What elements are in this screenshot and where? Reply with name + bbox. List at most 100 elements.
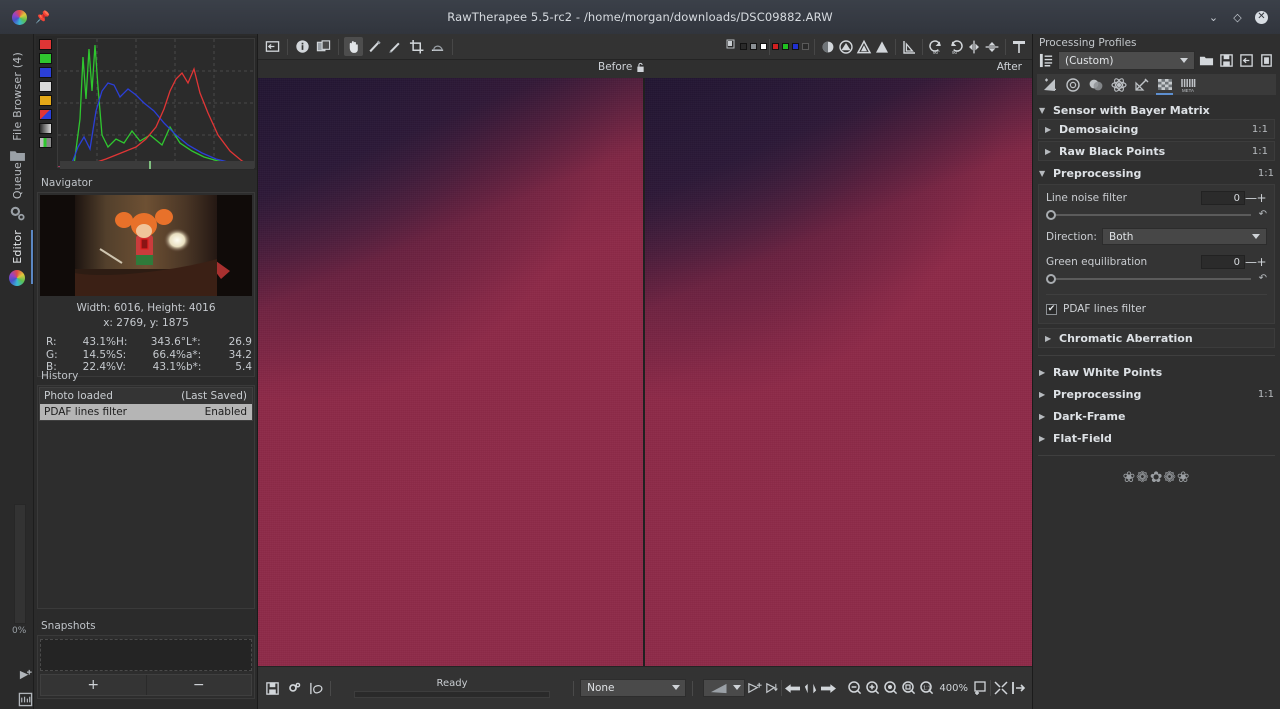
after-image-pane[interactable] <box>645 78 1032 666</box>
histogram-chroma-toggle[interactable] <box>39 95 52 106</box>
sort-icon[interactable] <box>764 681 779 696</box>
pin-icon[interactable]: 📌 <box>35 11 50 24</box>
crop-icon[interactable] <box>407 37 426 56</box>
green-equilibration-slider[interactable]: ↶ <box>1046 272 1267 285</box>
first-icon[interactable] <box>747 681 763 696</box>
histogram[interactable] <box>36 36 257 170</box>
tab-metadata[interactable]: META <box>1177 75 1198 94</box>
section-chromatic-aberration[interactable]: ▶ Chromatic Aberration <box>1038 328 1275 348</box>
lock-icon[interactable] <box>636 62 645 73</box>
close-button[interactable]: ✕ <box>1255 10 1268 24</box>
perspective-icon[interactable] <box>428 37 447 56</box>
image-canvas[interactable] <box>258 78 1032 666</box>
maximize-button[interactable]: ◇ <box>1231 11 1244 24</box>
add-snapshot-button[interactable]: + <box>41 675 147 695</box>
section-raw-black-points[interactable]: ▶ Raw Black Points 1:1 <box>1038 141 1275 161</box>
section-flat-field[interactable]: ▶ Flat-Field <box>1033 429 1280 447</box>
section-preprocessing-2[interactable]: ▶ Preprocessing 1:1 <box>1033 385 1280 403</box>
sidebar-item-queue[interactable]: Queue <box>0 162 34 222</box>
zoom-fit-icon[interactable] <box>883 680 899 696</box>
send-to-editor-icon[interactable] <box>309 681 324 696</box>
snapshots-list[interactable] <box>40 639 252 671</box>
table-row[interactable]: PDAF lines filter Enabled <box>40 404 252 420</box>
tab-color[interactable] <box>1085 75 1106 94</box>
swatch-blue[interactable] <box>792 43 799 50</box>
history-list[interactable]: Photo loaded (Last Saved) PDAF lines fil… <box>39 387 253 421</box>
lens-correction-icon[interactable] <box>18 668 33 683</box>
zoom-in-icon[interactable] <box>865 680 881 696</box>
zoom-100-icon[interactable]: 1:1 <box>919 680 935 696</box>
tab-advanced[interactable] <box>1108 75 1129 94</box>
line-noise-filter-slider[interactable]: ↶ <box>1046 208 1267 221</box>
info-icon[interactable] <box>293 37 312 56</box>
tab-detail[interactable] <box>1062 75 1083 94</box>
save-profile-icon[interactable] <box>1218 51 1235 70</box>
before-after-icon[interactable] <box>314 37 333 56</box>
green-equilibration-decrement[interactable]: — <box>1245 255 1257 269</box>
histogram-mode-toggle[interactable] <box>39 123 52 134</box>
gamut-selector[interactable] <box>703 679 746 697</box>
line-noise-filter-increment[interactable]: + <box>1256 191 1267 205</box>
copy-profile-icon[interactable] <box>1238 51 1255 70</box>
histogram-profile-icon[interactable] <box>901 39 917 55</box>
swatch-none[interactable] <box>802 43 809 50</box>
line-noise-filter-value[interactable]: 0 <box>1201 191 1245 205</box>
sidebar-item-file-browser[interactable]: File Browser (4) <box>0 52 34 164</box>
swatch-gray[interactable] <box>750 43 757 50</box>
section-dark-frame[interactable]: ▶ Dark-Frame <box>1033 407 1280 425</box>
focus-mask-icon[interactable] <box>874 39 890 55</box>
toggle-left-panel-icon[interactable] <box>263 37 282 56</box>
tab-raw[interactable] <box>1154 75 1175 95</box>
rotate-left-90-icon[interactable]: 90° <box>928 39 945 55</box>
paste-profile-icon[interactable] <box>1258 51 1275 70</box>
fullscreen-icon[interactable] <box>993 680 1009 696</box>
section-preprocessing[interactable]: ▼ Preprocessing 1:1 <box>1033 164 1280 182</box>
next-icon[interactable] <box>820 681 837 696</box>
table-row[interactable]: Photo loaded (Last Saved) <box>40 388 252 404</box>
histogram-red-toggle[interactable] <box>39 39 52 50</box>
section-demosaicing[interactable]: ▶ Demosaicing 1:1 <box>1038 119 1275 139</box>
section-sensor-bayer[interactable]: ▼ Sensor with Bayer Matrix <box>1033 101 1280 119</box>
swatch-green[interactable] <box>782 43 789 50</box>
previous-icon[interactable] <box>784 681 801 696</box>
queue-icon[interactable] <box>287 681 302 696</box>
profile-list-icon[interactable] <box>1038 51 1055 70</box>
gray-swatches[interactable] <box>740 43 767 50</box>
histogram-bar-toggle[interactable] <box>39 137 52 148</box>
color-picker-icon[interactable] <box>386 37 405 56</box>
green-equilibration-increment[interactable]: + <box>1256 255 1267 269</box>
save-icon[interactable] <box>265 681 280 696</box>
indicate-clipped-shadows-icon[interactable] <box>838 39 854 55</box>
zoom-scale-track[interactable] <box>14 504 26 624</box>
tab-transform[interactable] <box>1131 75 1152 94</box>
flip-vertical-icon[interactable] <box>984 39 1000 55</box>
histogram-blue-toggle[interactable] <box>39 67 52 78</box>
flip-horizontal-icon[interactable] <box>966 39 982 55</box>
neutral-point-icon[interactable] <box>820 39 836 55</box>
pdaf-lines-filter-row[interactable]: ✔ PDAF lines filter <box>1046 294 1267 315</box>
green-equilibration-value[interactable]: 0 <box>1201 255 1245 269</box>
straighten-icon[interactable] <box>365 37 384 56</box>
minimize-button[interactable]: ⌄ <box>1207 11 1220 24</box>
swatch-black[interactable] <box>740 43 747 50</box>
pdaf-lines-filter-checkbox[interactable]: ✔ <box>1046 303 1057 315</box>
sidebar-item-editor[interactable]: Editor <box>0 230 34 286</box>
zoom-crop-icon[interactable] <box>972 680 988 696</box>
histogram-luminance-toggle[interactable] <box>39 81 52 92</box>
reset-curve-icon[interactable]: ↶ <box>1259 209 1267 220</box>
before-image-pane[interactable] <box>258 78 643 666</box>
reset-curve-icon[interactable]: ↶ <box>1259 273 1267 284</box>
remove-snapshot-button[interactable]: − <box>147 675 252 695</box>
neutral-gray-icon[interactable] <box>725 39 738 55</box>
histogram-raw-toggle[interactable] <box>39 109 52 120</box>
swatch-red[interactable] <box>772 43 779 50</box>
rgb-swatches[interactable] <box>772 43 809 50</box>
hand-icon[interactable] <box>344 37 363 56</box>
profile-selector[interactable]: None <box>580 679 686 697</box>
indicate-clipped-highlights-icon[interactable] <box>856 39 872 55</box>
detach-window-icon[interactable] <box>1011 680 1027 696</box>
profile-combobox[interactable]: (Custom) <box>1058 51 1195 70</box>
open-profile-icon[interactable] <box>1198 51 1215 70</box>
direction-combobox[interactable]: Both <box>1101 228 1267 245</box>
zoom-out-icon[interactable] <box>847 680 863 696</box>
